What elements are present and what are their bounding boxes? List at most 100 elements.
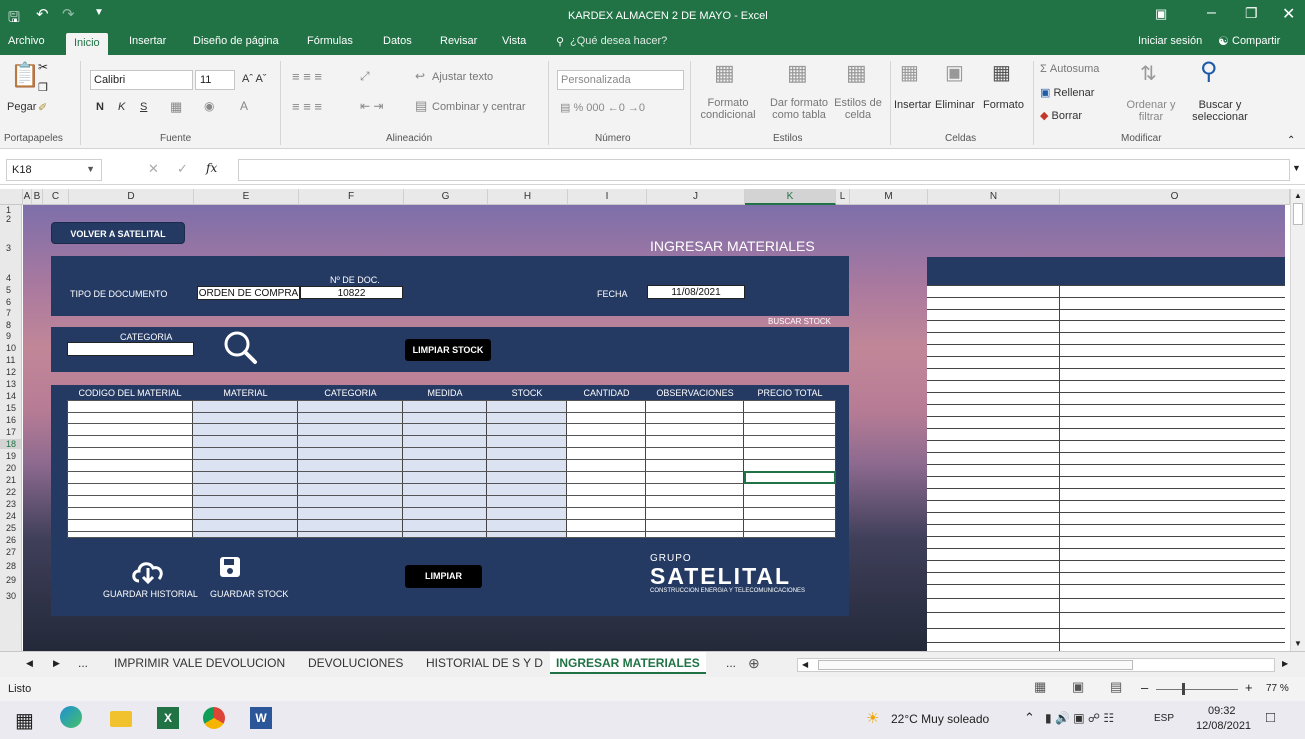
row-header[interactable]: 14	[0, 391, 22, 401]
underline-button[interactable]: S	[140, 101, 147, 113]
col-header[interactable]: B	[32, 189, 43, 205]
page-break-icon[interactable]: ▤	[1110, 679, 1122, 695]
row-header[interactable]: 4	[0, 273, 22, 283]
col-header-selected[interactable]: K	[745, 189, 836, 205]
grid-col-category[interactable]	[298, 400, 403, 538]
tab-formulas[interactable]: Fórmulas	[307, 35, 353, 47]
next-sheet-icon[interactable]: ▶	[53, 658, 60, 669]
weather-text[interactable]: 22°C Muy soleado	[891, 712, 989, 726]
row-header[interactable]: 8	[0, 320, 22, 330]
scroll-down-icon[interactable]: ▼	[1294, 639, 1302, 648]
search-stock-link[interactable]: BUSCAR STOCK	[768, 317, 831, 326]
col-header[interactable]: O	[1060, 189, 1290, 205]
row-header[interactable]: 20	[0, 463, 22, 473]
vertical-scrollbar[interactable]: ▲ ▼	[1290, 189, 1305, 651]
tab-archivo[interactable]: Archivo	[8, 35, 45, 47]
format-table-icon[interactable]: ▦	[787, 60, 808, 86]
sheet-tab-ingresar-materiales[interactable]: INGRESAR MATERIALES	[550, 652, 706, 674]
paste-icon[interactable]: 📋	[10, 61, 40, 90]
sheet-tab-imprimir-vale[interactable]: IMPRIMIR VALE DEVOLUCION	[114, 656, 285, 670]
formula-input[interactable]	[238, 159, 1290, 181]
col-header[interactable]: F	[299, 189, 404, 205]
row-header[interactable]: 5	[0, 285, 22, 295]
row-header[interactable]: 6	[0, 297, 22, 307]
page-layout-icon[interactable]: ▣	[1072, 679, 1084, 695]
col-header[interactable]: N	[928, 189, 1060, 205]
share-button[interactable]: Compartir	[1232, 35, 1280, 47]
format-painter-icon[interactable]: ✐	[38, 101, 47, 114]
row-header[interactable]: 22	[0, 487, 22, 497]
right-table[interactable]	[927, 257, 1285, 651]
scroll-up-icon[interactable]: ▲	[1294, 191, 1302, 200]
insert-button[interactable]: Insertar	[894, 99, 931, 111]
undo-icon[interactable]: ↶	[36, 5, 49, 23]
row-header[interactable]: 13	[0, 379, 22, 389]
row-header[interactable]: 30	[0, 591, 22, 601]
zoom-thumb[interactable]	[1182, 683, 1185, 695]
col-header[interactable]: L	[836, 189, 850, 205]
row-header[interactable]: 15	[0, 403, 22, 413]
tab-vista[interactable]: Vista	[502, 35, 526, 47]
grow-font-icon[interactable]: Aˆ Aˇ	[242, 73, 266, 85]
clock-date[interactable]: 12/08/2021	[1196, 720, 1251, 732]
clear-button[interactable]: ◆ Borrar	[1040, 109, 1082, 122]
row-header[interactable]: 21	[0, 475, 22, 485]
font-name-select[interactable]: Calibri	[90, 70, 193, 90]
row-header[interactable]: 2	[0, 214, 22, 224]
clear-button[interactable]: LIMPIAR	[405, 565, 482, 588]
col-header[interactable]: G	[404, 189, 488, 205]
tray-icons[interactable]: ▮ 🔊 ▣ ☍ ☷	[1045, 711, 1114, 725]
category-field[interactable]	[67, 342, 194, 356]
merge-center-button[interactable]: Combinar y centrar	[432, 101, 526, 113]
signin-link[interactable]: Iniciar sesión	[1138, 35, 1202, 47]
autosum-button[interactable]: Σ Autosuma	[1040, 63, 1099, 75]
sort-filter-button[interactable]: Ordenar y filtrar	[1126, 99, 1176, 123]
wrap-text-icon[interactable]: ↩	[415, 69, 425, 83]
tell-me-input[interactable]: ¿Qué desea hacer?	[570, 35, 667, 47]
excel-icon[interactable]: X	[157, 707, 179, 729]
row-header[interactable]: 12	[0, 367, 22, 377]
delete-cells-icon[interactable]: ▣	[945, 60, 964, 85]
row-header[interactable]: 29	[0, 575, 22, 585]
row-header[interactable]: 25	[0, 523, 22, 533]
date-field[interactable]: 11/08/2021	[647, 285, 745, 299]
zoom-slider[interactable]	[1156, 689, 1238, 690]
orientation-icon[interactable]: ⤢	[360, 69, 370, 84]
selected-cell-k18[interactable]	[744, 471, 836, 484]
row-header[interactable]: 16	[0, 415, 22, 425]
collapse-ribbon-icon[interactable]: ⌃	[1287, 135, 1295, 146]
cancel-icon[interactable]: ✕	[148, 161, 159, 177]
font-color-icon[interactable]: A	[240, 99, 248, 113]
zoom-level[interactable]: 77 %	[1266, 683, 1289, 694]
sheet-tab-historial[interactable]: HISTORIAL DE S Y D	[426, 656, 543, 670]
row-header[interactable]: 9	[0, 331, 22, 341]
col-header[interactable]: D	[69, 189, 194, 205]
row-header[interactable]: 23	[0, 499, 22, 509]
cell-styles-button[interactable]: Estilos de celda	[832, 97, 884, 121]
align-top-icon[interactable]: ≡ ≡ ≡	[292, 69, 322, 84]
tab-insertar[interactable]: Insertar	[129, 35, 166, 47]
row-header[interactable]: 19	[0, 451, 22, 461]
find-select-button[interactable]: Buscar y seleccionar	[1185, 99, 1255, 123]
borders-icon[interactable]: ▦	[170, 99, 182, 115]
sheet-tab-more-left[interactable]: ...	[78, 656, 88, 670]
search-icon[interactable]	[222, 330, 262, 366]
col-header[interactable]: E	[194, 189, 299, 205]
back-to-satelital-button[interactable]: VOLVER A SATELITAL	[51, 222, 185, 244]
find-icon[interactable]: ⚲	[1200, 57, 1218, 86]
sheet-area[interactable]: VOLVER A SATELITAL INGRESAR MATERIALES T…	[23, 205, 1285, 651]
notifications-icon[interactable]: □	[1266, 709, 1275, 726]
add-sheet-icon[interactable]: ⊕	[748, 655, 760, 672]
indent-icon[interactable]: ⇤ ⇥	[360, 99, 383, 113]
row-header[interactable]: 17	[0, 427, 22, 437]
italic-button[interactable]: K	[118, 101, 125, 113]
prev-sheet-icon[interactable]: ◀	[26, 658, 33, 669]
scroll-thumb[interactable]	[1293, 203, 1303, 225]
col-header[interactable]: C	[43, 189, 69, 205]
align-left-icon[interactable]: ≡ ≡ ≡	[292, 99, 322, 114]
save-history-button[interactable]: GUARDAR HISTORIAL	[103, 589, 198, 599]
sheet-tab-more-right[interactable]: ...	[726, 656, 736, 670]
tray-chevron-icon[interactable]: ⌃	[1024, 710, 1035, 726]
ribbon-display-icon[interactable]: ▣	[1155, 6, 1167, 22]
col-header[interactable]: J	[647, 189, 745, 205]
